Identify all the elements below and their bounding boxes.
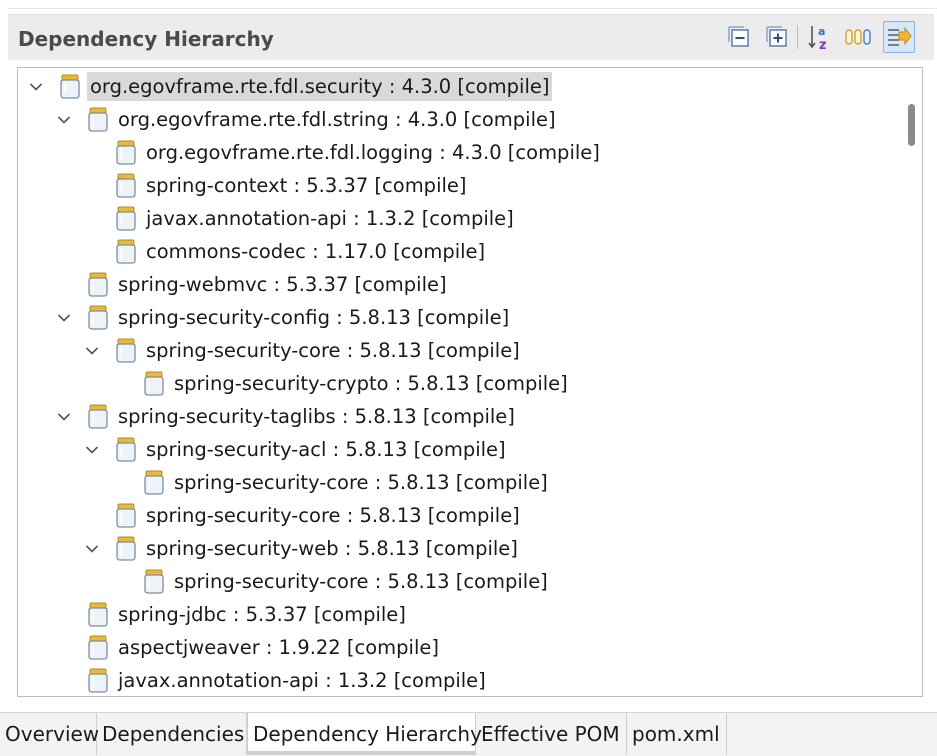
tree-item[interactable]: spring-security-taglibs : 5.8.13 [compil… — [18, 400, 898, 433]
jar-icon — [86, 404, 110, 429]
tree-item-label: spring-security-core : 5.8.13 [compile] — [174, 471, 548, 494]
jar-icon — [142, 569, 166, 594]
tree-item-label: org.egovframe.rte.fdl.security : 4.3.0 [… — [87, 72, 553, 101]
tree-item[interactable]: spring-security-core : 5.8.13 [compile] — [18, 499, 898, 532]
dependency-tree[interactable]: org.egovframe.rte.fdl.security : 4.3.0 [… — [17, 67, 923, 697]
tree-item-label: spring-security-web : 5.8.13 [compile] — [146, 537, 518, 560]
tab-label: Dependencies — [102, 722, 245, 746]
chevron-down-icon[interactable] — [26, 70, 46, 103]
sort-az-icon: a z — [808, 25, 827, 52]
sort-alphabetically-button[interactable]: a z — [805, 21, 837, 53]
tree-item[interactable]: org.egovframe.rte.fdl.string : 4.3.0 [co… — [18, 103, 898, 136]
chevron-down-icon[interactable] — [54, 400, 74, 433]
filter-icon — [888, 26, 912, 46]
chevron-down-icon[interactable] — [54, 103, 74, 136]
tab-overview[interactable]: Overview — [0, 713, 100, 755]
jar-icon — [114, 173, 138, 198]
tree-item-label: spring-jdbc : 5.3.37 [compile] — [118, 603, 406, 626]
chevron-down-icon[interactable] — [82, 532, 102, 565]
svg-text:z: z — [819, 38, 827, 52]
chevron-down-icon[interactable] — [82, 334, 102, 367]
section-header: Dependency Hierarchy a z — [8, 14, 934, 60]
scrollbar-thumb[interactable] — [908, 104, 915, 146]
tab-label: pom.xml — [632, 722, 720, 746]
tree-item-label: spring-security-core : 5.8.13 [compile] — [146, 504, 520, 527]
jar-icon — [114, 536, 138, 561]
tree-item-label: spring-security-acl : 5.8.13 [compile] — [146, 438, 506, 461]
jar-icon — [58, 74, 82, 99]
jar-icon — [142, 470, 166, 495]
toolbar-separator — [797, 25, 798, 49]
tree-item[interactable]: spring-security-core : 5.8.13 [compile] — [18, 334, 898, 367]
tree-item-label: spring-webmvc : 5.3.37 [compile] — [118, 273, 447, 296]
vertical-scrollbar[interactable] — [903, 68, 922, 696]
group-id-icon — [845, 29, 871, 45]
tree-item-label: javax.annotation-api : 1.3.2 [compile] — [146, 207, 514, 230]
tree-item[interactable]: spring-security-config : 5.8.13 [compile… — [18, 301, 898, 334]
tree-item-label: spring-security-crypto : 5.8.13 [compile… — [174, 372, 568, 395]
top-strip — [0, 0, 937, 8]
tree-item[interactable]: commons-codec : 1.17.0 [compile] — [18, 235, 898, 268]
tree-item-label: spring-context : 5.3.37 [compile] — [146, 174, 467, 197]
collapse-all-icon — [728, 26, 749, 47]
jar-icon — [114, 140, 138, 165]
tree-item[interactable]: spring-jdbc : 5.3.37 [compile] — [18, 598, 898, 631]
tab-label: Effective POM — [481, 722, 620, 746]
chevron-down-icon[interactable] — [82, 433, 102, 466]
tree-item[interactable]: spring-security-core : 5.8.13 [compile] — [18, 466, 898, 499]
tree-item-label: spring-security-taglibs : 5.8.13 [compil… — [118, 405, 515, 428]
tree-item-label: org.egovframe.rte.fdl.logging : 4.3.0 [c… — [146, 141, 600, 164]
tree-item[interactable]: spring-webmvc : 5.3.37 [compile] — [18, 268, 898, 301]
jar-icon — [114, 503, 138, 528]
tree-item[interactable]: javax.annotation-api : 1.3.2 [compile] — [18, 664, 898, 696]
jar-icon — [86, 107, 110, 132]
tree-item[interactable]: spring-security-core : 5.8.13 [compile] — [18, 565, 898, 598]
tree-item-label: spring-security-config : 5.8.13 [compile… — [118, 306, 510, 329]
tab-label: Overview — [5, 722, 100, 746]
jar-icon — [114, 338, 138, 363]
editor-tab-bar: Overview Dependencies Dependency Hierarc… — [0, 712, 937, 756]
tree-item-label: commons-codec : 1.17.0 [compile] — [146, 240, 486, 263]
jar-icon — [86, 305, 110, 330]
tree-item-label: aspectjweaver : 1.9.22 [compile] — [118, 636, 439, 659]
tab-effective-pom[interactable]: Effective POM — [476, 713, 627, 755]
tree-item[interactable]: spring-context : 5.3.37 [compile] — [18, 169, 898, 202]
tree-item[interactable]: org.egovframe.rte.fdl.logging : 4.3.0 [c… — [18, 136, 898, 169]
tree-item[interactable]: spring-security-web : 5.8.13 [compile] — [18, 532, 898, 565]
tree-item-label: org.egovframe.rte.fdl.string : 4.3.0 [co… — [118, 108, 556, 131]
jar-icon — [114, 239, 138, 264]
collapse-all-button[interactable] — [723, 21, 755, 53]
active-tab-indicator — [248, 751, 475, 755]
tree-item[interactable]: aspectjweaver : 1.9.22 [compile] — [18, 631, 898, 664]
tree-item[interactable]: javax.annotation-api : 1.3.2 [compile] — [18, 202, 898, 235]
tab-dependencies[interactable]: Dependencies — [97, 713, 247, 755]
tree-item-label: javax.annotation-api : 1.3.2 [compile] — [118, 669, 486, 692]
tab-pom-xml[interactable]: pom.xml — [627, 713, 727, 755]
tree-item-label: spring-security-core : 5.8.13 [compile] — [174, 570, 548, 593]
jar-icon — [86, 635, 110, 660]
chevron-down-icon[interactable] — [54, 301, 74, 334]
svg-text:a: a — [818, 25, 825, 38]
tab-dependency-hierarchy[interactable]: Dependency Hierarchy — [247, 713, 482, 755]
section-title: Dependency Hierarchy — [18, 27, 274, 51]
top-divider — [8, 8, 937, 9]
tree-item[interactable]: org.egovframe.rte.fdl.security : 4.3.0 [… — [18, 70, 898, 103]
tree-item-label: spring-security-core : 5.8.13 [compile] — [146, 339, 520, 362]
tree-item[interactable]: spring-security-acl : 5.8.13 [compile] — [18, 433, 898, 466]
expand-all-icon — [766, 26, 787, 47]
jar-icon — [114, 206, 138, 231]
jar-icon — [114, 437, 138, 462]
jar-icon — [142, 371, 166, 396]
filter-button[interactable] — [883, 21, 915, 53]
jar-icon — [86, 602, 110, 627]
tree-item[interactable]: spring-security-crypto : 5.8.13 [compile… — [18, 367, 898, 400]
expand-all-button[interactable] — [761, 21, 793, 53]
tab-label: Dependency Hierarchy — [253, 722, 482, 746]
show-group-id-button[interactable] — [843, 21, 875, 53]
jar-icon — [86, 668, 110, 693]
jar-icon — [86, 272, 110, 297]
